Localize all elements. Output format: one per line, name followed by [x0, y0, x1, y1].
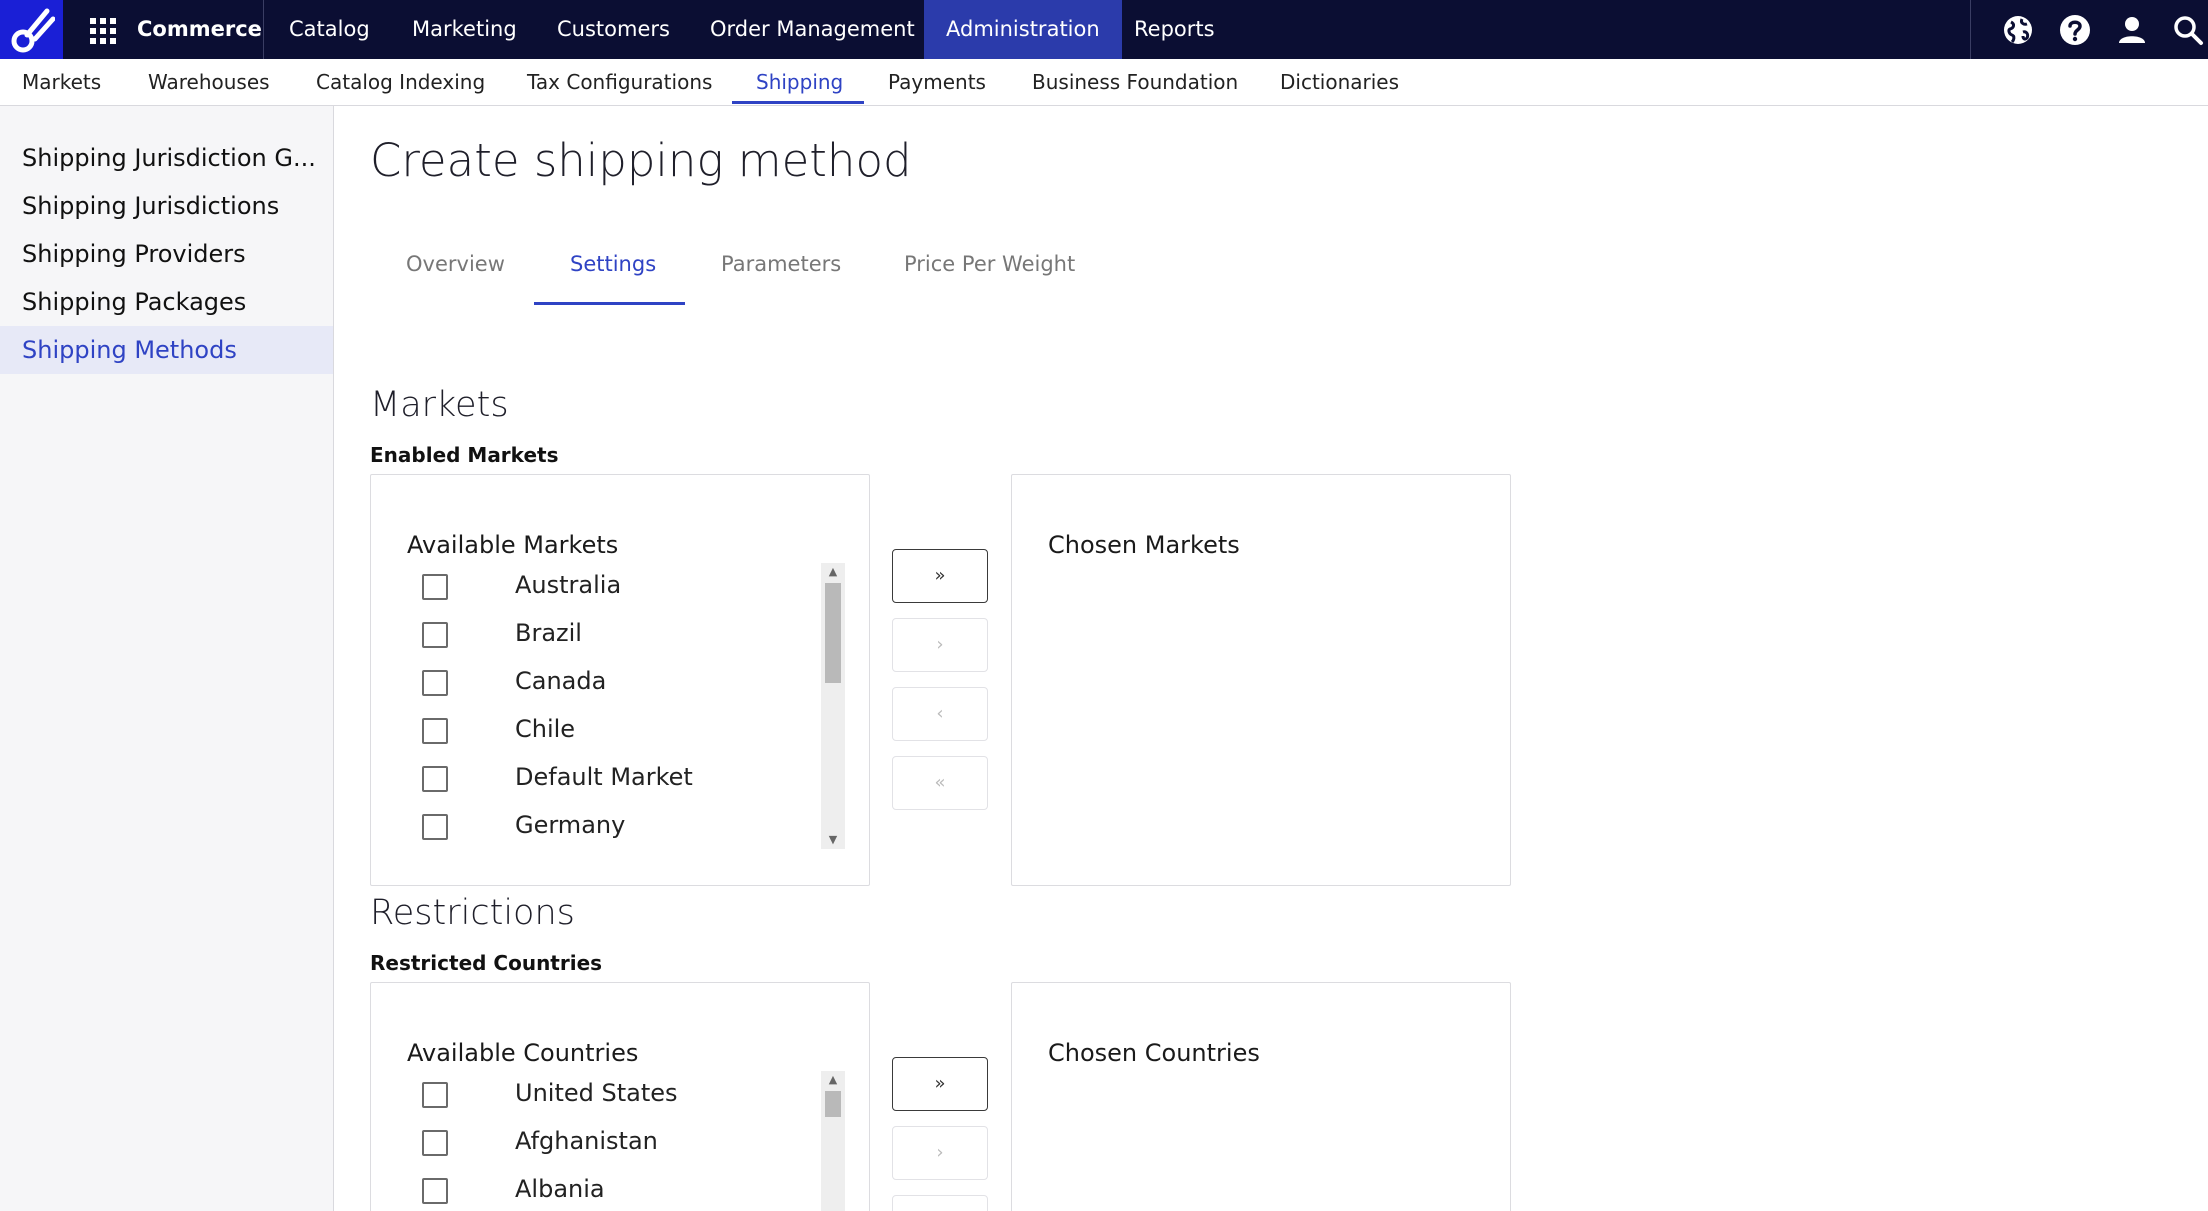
user-icon[interactable] [2116, 14, 2148, 46]
market-label: Chile [515, 715, 576, 743]
add-country-button[interactable]: › [892, 1126, 988, 1180]
topnav-catalog[interactable]: Catalog [289, 0, 370, 59]
add-all-markets-button[interactable]: » [892, 549, 988, 603]
list-item[interactable]: Brazil [407, 611, 827, 659]
add-market-button[interactable]: › [892, 618, 988, 672]
tab-settings[interactable]: Settings [570, 252, 656, 276]
chosen-markets-title: Chosen Markets [1048, 531, 1240, 559]
subnav-markets[interactable]: Markets [22, 59, 101, 105]
country-checkbox[interactable] [422, 1082, 448, 1108]
sidebar-item-shipping-methods[interactable]: Shipping Methods [0, 326, 333, 374]
country-label: Albania [515, 1175, 605, 1203]
top-navigation-bar: Commerce Catalog Marketing Customers Ord… [0, 0, 2208, 59]
list-item[interactable]: Afghanistan [407, 1119, 827, 1167]
country-checkbox[interactable] [422, 1130, 448, 1156]
enabled-markets-label: Enabled Markets [370, 443, 559, 467]
list-item[interactable]: Default Market [407, 755, 827, 803]
page-title: Create shipping method [370, 134, 912, 187]
list-item[interactable]: Germany [407, 803, 827, 851]
globe-icon[interactable] [2002, 14, 2034, 46]
available-markets-title: Available Markets [407, 531, 619, 559]
optimizely-logo[interactable] [0, 0, 63, 59]
available-markets-panel: Available Markets Australia Brazil Canad… [370, 474, 870, 886]
countries-scrollbar[interactable]: ▲ [821, 1071, 845, 1211]
subnav-shipping[interactable]: Shipping [756, 59, 843, 105]
tab-active-indicator [534, 302, 685, 305]
list-item[interactable]: Australia [407, 563, 827, 611]
topnav-marketing[interactable]: Marketing [412, 0, 517, 59]
subnav-business-foundation[interactable]: Business Foundation [1032, 59, 1238, 105]
list-item[interactable]: United States [407, 1071, 827, 1119]
markets-section-title: Markets [370, 385, 509, 425]
chosen-countries-title: Chosen Countries [1048, 1039, 1260, 1067]
topnav-order-management[interactable]: Order Management [710, 0, 915, 59]
restrictions-section-title: Restrictions [370, 893, 575, 933]
scroll-down-icon[interactable]: ▼ [821, 831, 845, 849]
sidebar-item-shipping-packages[interactable]: Shipping Packages [0, 278, 333, 326]
list-item[interactable]: Chile [407, 707, 827, 755]
topnav-reports[interactable]: Reports [1134, 0, 1215, 59]
sidebar: Shipping Jurisdiction G... Shipping Juri… [0, 106, 334, 1211]
search-icon[interactable] [2172, 14, 2204, 46]
restricted-countries-label: Restricted Countries [370, 951, 603, 975]
topnav-administration[interactable]: Administration [924, 0, 1122, 59]
scroll-up-icon[interactable]: ▲ [821, 563, 845, 581]
market-checkbox[interactable] [422, 814, 448, 840]
market-label: Default Market [515, 763, 693, 791]
market-checkbox[interactable] [422, 622, 448, 648]
nav-divider [1970, 0, 1971, 59]
market-label: Australia [515, 571, 622, 599]
country-checkbox[interactable] [422, 1178, 448, 1204]
market-label: Canada [515, 667, 607, 695]
tab-price-per-weight[interactable]: Price Per Weight [904, 252, 1075, 276]
subnav-dictionaries[interactable]: Dictionaries [1280, 59, 1399, 105]
product-name: Commerce [137, 17, 262, 41]
subnav-warehouses[interactable]: Warehouses [148, 59, 270, 105]
subnav-payments[interactable]: Payments [888, 59, 986, 105]
available-countries-title: Available Countries [407, 1039, 639, 1067]
help-icon[interactable] [2059, 14, 2091, 46]
remove-country-button[interactable] [892, 1195, 988, 1211]
chosen-markets-panel: Chosen Markets [1011, 474, 1511, 886]
market-checkbox[interactable] [422, 574, 448, 600]
sidebar-item-shipping-jurisdiction-groups[interactable]: Shipping Jurisdiction G... [0, 134, 333, 182]
list-item[interactable]: Albania [407, 1167, 827, 1211]
scrollbar-thumb[interactable] [825, 1091, 841, 1117]
tab-parameters[interactable]: Parameters [721, 252, 841, 276]
subnav-tax-configurations[interactable]: Tax Configurations [527, 59, 712, 105]
country-label: Afghanistan [515, 1127, 658, 1155]
nav-divider [263, 0, 264, 59]
scrollbar-thumb[interactable] [825, 583, 841, 683]
available-countries-panel: Available Countries United States Afghan… [370, 982, 870, 1211]
subnav-active-indicator [732, 101, 864, 104]
sub-navigation-bar: Markets Warehouses Catalog Indexing Tax … [0, 59, 2208, 106]
remove-all-markets-button[interactable]: « [892, 756, 988, 810]
country-label: United States [515, 1079, 678, 1107]
sidebar-item-shipping-providers[interactable]: Shipping Providers [0, 230, 333, 278]
market-label: Brazil [515, 619, 582, 647]
chosen-countries-panel: Chosen Countries [1011, 982, 1511, 1211]
markets-scrollbar[interactable]: ▲ ▼ [821, 563, 845, 849]
logo-mark-icon [11, 8, 55, 52]
market-checkbox[interactable] [422, 670, 448, 696]
scroll-up-icon[interactable]: ▲ [821, 1071, 845, 1089]
subnav-catalog-indexing[interactable]: Catalog Indexing [316, 59, 485, 105]
topnav-customers[interactable]: Customers [557, 0, 670, 59]
remove-market-button[interactable]: ‹ [892, 687, 988, 741]
app-switcher-icon[interactable] [88, 16, 116, 44]
sidebar-item-shipping-jurisdictions[interactable]: Shipping Jurisdictions [0, 182, 333, 230]
add-all-countries-button[interactable]: » [892, 1057, 988, 1111]
market-checkbox[interactable] [422, 718, 448, 744]
market-checkbox[interactable] [422, 766, 448, 792]
tab-overview[interactable]: Overview [406, 252, 505, 276]
list-item[interactable]: Canada [407, 659, 827, 707]
market-label: Germany [515, 811, 626, 839]
